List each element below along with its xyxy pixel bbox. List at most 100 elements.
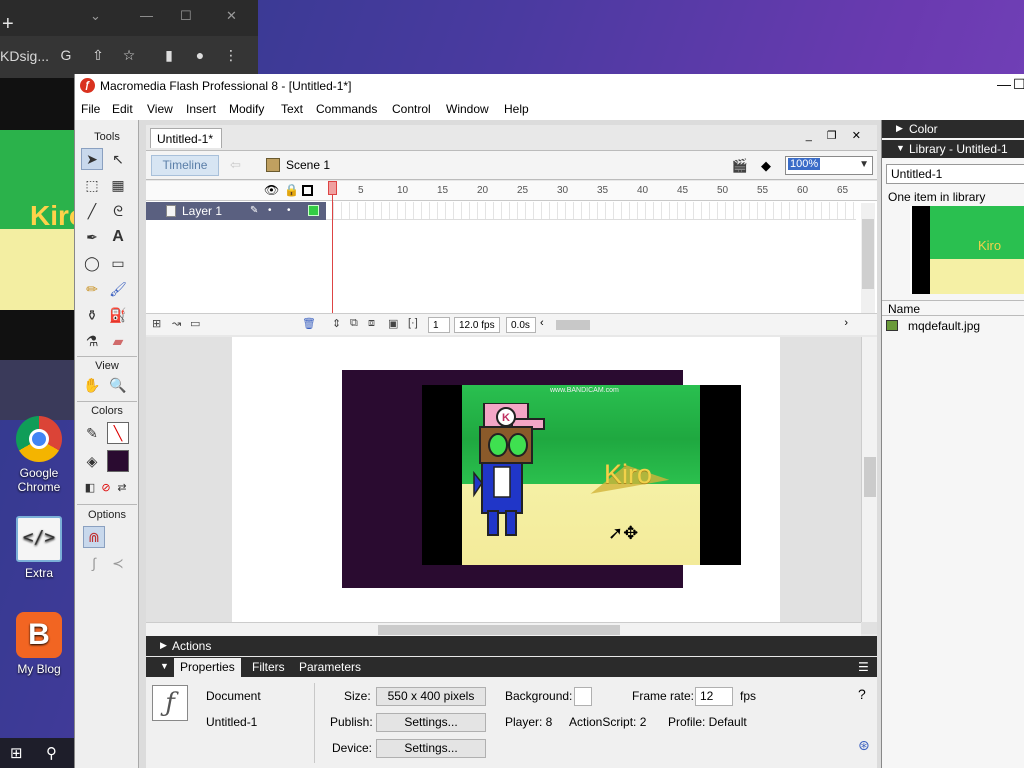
fill-color-swatch[interactable] [107, 450, 129, 472]
hand-tool-icon[interactable]: ✋ [81, 374, 103, 396]
center-frame-icon[interactable]: ⇕ [332, 317, 341, 330]
delete-layer-icon[interactable]: 🗑 [302, 317, 316, 330]
straighten-icon[interactable]: ≺ [107, 552, 129, 574]
gradient-transform-tool-icon[interactable]: ▦ [107, 174, 129, 196]
document-tab[interactable]: Untitled-1* [150, 128, 222, 148]
bookmark-star-icon[interactable]: ☆ [120, 46, 138, 64]
eye-icon[interactable]: 👁 [264, 183, 279, 197]
collapse-triangle-icon[interactable]: ▼ [160, 661, 169, 671]
back-arrow-icon[interactable]: ⇦ [230, 157, 241, 173]
menu-edit[interactable]: Edit [112, 102, 133, 116]
menu-modify[interactable]: Modify [229, 102, 264, 116]
tab-properties[interactable]: Properties [174, 658, 241, 677]
menu-file[interactable]: File [81, 102, 100, 116]
onion-skin-outlines-icon[interactable]: ⧈ [368, 317, 375, 330]
pen-tool-icon[interactable]: ✒ [81, 226, 103, 248]
menu-text[interactable]: Text [281, 102, 303, 116]
oval-tool-icon[interactable]: ◯ [81, 252, 103, 274]
subselection-tool-icon[interactable]: ↖ [107, 148, 129, 170]
publish-settings-button[interactable]: Settings... [376, 713, 486, 732]
menu-commands[interactable]: Commands [316, 102, 377, 116]
onion-skin-icon[interactable]: ⧉ [350, 317, 358, 330]
timeline-vertical-scrollbar[interactable] [861, 203, 875, 313]
library-item[interactable]: mqdefault.jpg [882, 318, 1024, 334]
layer-name[interactable]: Layer 1 [182, 204, 222, 218]
share-icon[interactable]: ⇧ [89, 46, 107, 64]
line-tool-icon[interactable]: ╱ [81, 200, 103, 222]
menu-view[interactable]: View [147, 102, 173, 116]
smooth-icon[interactable]: ∫ [83, 552, 105, 574]
eyedropper-tool-icon[interactable]: ⚗ [81, 330, 103, 352]
desktop-icon-extra[interactable]: </> Extra [6, 516, 72, 580]
edit-symbols-icon[interactable]: ◆ [757, 157, 775, 175]
visibility-dot[interactable]: • [268, 205, 272, 216]
document-size-button[interactable]: 550 x 400 pixels [376, 687, 486, 706]
zoom-tool-icon[interactable]: 🔍 [107, 374, 129, 396]
maximize-icon[interactable]: ☐ [180, 8, 192, 24]
search-icon[interactable]: ⚲ [46, 744, 57, 762]
outline-icon[interactable] [302, 185, 313, 196]
device-settings-button[interactable]: Settings... [376, 739, 486, 758]
frame-rate-input[interactable]: 12 [695, 687, 733, 706]
rectangle-tool-icon[interactable]: ▭ [107, 252, 129, 274]
outline-color-swatch[interactable] [308, 205, 319, 216]
lock-icon[interactable]: 🔒 [284, 183, 299, 197]
menu-window[interactable]: Window [446, 102, 489, 116]
google-icon[interactable]: G [57, 46, 75, 64]
tab-parameters[interactable]: Parameters [299, 660, 361, 674]
ink-bottle-tool-icon[interactable]: ⚱ [81, 304, 103, 326]
frame-cells[interactable] [326, 202, 856, 220]
library-name-column-header[interactable]: Name [882, 300, 1024, 316]
maximize-icon[interactable]: ☐ [1013, 76, 1024, 93]
video-bitmap[interactable]: www.BANDICAM.com Kiro K [422, 385, 741, 565]
snap-to-objects-icon[interactable]: ⋒ [83, 526, 105, 548]
menu-insert[interactable]: Insert [186, 102, 216, 116]
paint-bucket-tool-icon[interactable]: ⛽ [107, 304, 129, 326]
close-icon[interactable]: ✕ [226, 8, 237, 24]
playhead[interactable] [328, 181, 337, 321]
chevron-down-icon[interactable]: ⌄ [90, 8, 101, 24]
desktop-icon-my-blog[interactable]: B My Blog [6, 612, 72, 676]
timeline-toggle-button[interactable]: Timeline [151, 155, 219, 176]
zoom-select[interactable]: 100% ▼ [785, 156, 873, 175]
document-window-controls[interactable]: _ ❐ ✕ [806, 129, 867, 142]
stage-horizontal-scrollbar[interactable] [146, 622, 861, 636]
stage-vertical-scrollbar[interactable] [861, 337, 877, 622]
minimize-icon[interactable]: — [997, 76, 1011, 92]
sidebar-icon[interactable]: ▮ [160, 46, 178, 64]
minimize-icon[interactable]: — [140, 8, 153, 23]
stroke-color-swatch[interactable]: ╲ [107, 422, 129, 444]
windows-start-icon[interactable]: ⊞ [10, 744, 23, 762]
actions-panel-header[interactable]: ▶ Actions [146, 636, 877, 656]
panel-options-icon[interactable]: ☰ [858, 660, 869, 674]
help-icon[interactable]: ? [858, 686, 866, 702]
new-tab-button[interactable]: + [2, 14, 14, 34]
insert-folder-icon[interactable]: ▭ [190, 317, 200, 330]
accessibility-icon[interactable]: ⊛ [858, 737, 870, 754]
modify-markers-icon[interactable]: [·] [408, 317, 418, 329]
profile-icon[interactable]: ● [191, 46, 209, 64]
tab-filters[interactable]: Filters [252, 660, 285, 674]
edit-scene-icon[interactable]: 🎬 [731, 157, 749, 175]
layer-row[interactable]: Layer 1 ✎ • • [146, 202, 326, 220]
color-panel-header[interactable]: ▶ Color [882, 120, 1024, 138]
menu-help[interactable]: Help [504, 102, 529, 116]
library-document-select[interactable]: Untitled-1 [886, 164, 1024, 184]
frame-rate-field[interactable]: 12.0 fps [454, 317, 500, 333]
edit-multiple-frames-icon[interactable]: ▣ [388, 317, 398, 330]
lasso-tool-icon[interactable]: ᘓ [107, 200, 129, 222]
add-motion-guide-icon[interactable]: ↝ [172, 317, 181, 330]
swap-colors-icon[interactable]: ⇄ [111, 476, 133, 498]
menu-control[interactable]: Control [392, 102, 431, 116]
scene-label[interactable]: Scene 1 [286, 158, 330, 172]
lock-dot[interactable]: • [287, 205, 291, 216]
selection-tool-icon[interactable]: ➤ [81, 148, 103, 170]
timeline-horizontal-scrollbar[interactable]: ‹ › [540, 317, 848, 332]
insert-layer-icon[interactable]: ⊞ [152, 317, 161, 330]
library-panel-header[interactable]: ▼ Library - Untitled-1 [882, 140, 1024, 158]
pencil-tool-icon[interactable]: ✏ [81, 278, 103, 300]
eraser-tool-icon[interactable]: ▰ [107, 330, 129, 352]
desktop-icon-google-chrome[interactable]: Google Chrome [6, 416, 72, 494]
more-menu-icon[interactable]: ⋮ [222, 46, 240, 64]
brush-tool-icon[interactable]: 🖌 [107, 278, 129, 300]
